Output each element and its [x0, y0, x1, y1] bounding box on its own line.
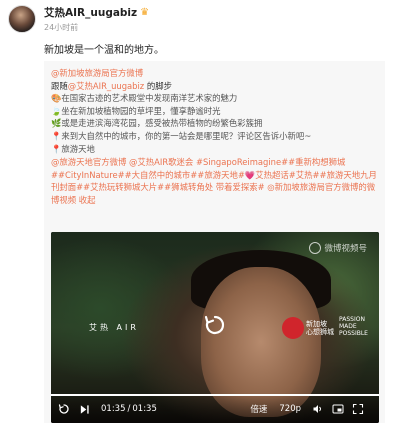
brand-pass-line2: MADE: [339, 323, 357, 330]
video-watermark: 微博视频号: [309, 242, 367, 254]
post-time: 24小时前: [44, 23, 79, 32]
time-current: 01:35: [101, 404, 126, 414]
progress-fill: [51, 394, 379, 396]
volume-icon: [313, 405, 321, 413]
volume-button[interactable]: [311, 402, 325, 416]
brand-singapore: 新加坡 心想狮城: [306, 320, 334, 336]
speed-button[interactable]: 倍速: [250, 403, 267, 415]
next-button[interactable]: [77, 402, 91, 416]
video-player[interactable]: 微博视频号 艾热 AIR 新加坡 心想狮城 PASSION MADE POSSI…: [51, 232, 379, 423]
pip-icon: [332, 404, 344, 414]
brand-pass-line1: PASSION: [339, 316, 365, 323]
fullscreen-button[interactable]: [351, 402, 365, 416]
repost-source-line: @新加坡旅游局官方微博: [51, 67, 378, 80]
fullscreen-icon: [352, 403, 364, 415]
line1-suffix: 的脚步: [144, 80, 172, 91]
author-info: 艾热AIR_uugabiz ♛ 24小时前: [44, 5, 149, 33]
crown-icon: ♛: [140, 7, 150, 18]
replay-small-button[interactable]: [57, 402, 71, 416]
brand-sg-line2: 心想狮城: [306, 328, 334, 336]
author-name-row[interactable]: 艾热AIR_uugabiz ♛: [44, 5, 149, 20]
avatar[interactable]: [8, 5, 36, 33]
replay-button[interactable]: [202, 312, 228, 338]
repost-source[interactable]: @新加坡旅游局官方微博: [51, 68, 143, 78]
next-icon: [80, 404, 89, 414]
control-row: 01:35 / 01:35 倍速 720p: [57, 402, 371, 416]
repost-line-3: 🍃坐在新加坡植物园的草坪里，懂享静谧时光: [51, 105, 221, 116]
repost-line-1: 跟随@艾热AIR_uugabiz 的脚步: [51, 80, 378, 93]
author-name[interactable]: 艾热AIR_uugabiz: [44, 5, 137, 20]
repost-tags[interactable]: @旅游天地官方微博 @艾热AIR歌迷会 #SingapoReimagine##重…: [51, 156, 378, 206]
video-controls: 01:35 / 01:35 倍速 720p: [51, 393, 379, 423]
repost-line-4: 🌿或是走进滨海湾花园，感受被热带植物的纷繁色彩簇拥: [51, 118, 263, 129]
post-header: 艾热AIR_uugabiz ♛ 24小时前: [8, 5, 149, 35]
watermark-text: 微博视频号: [324, 244, 367, 254]
time-separator: /: [127, 404, 131, 414]
post-text: 新加坡是一个温和的地方。: [44, 45, 164, 56]
repost-location[interactable]: 📍旅游天地: [51, 143, 378, 156]
line1-prefix: 跟随: [51, 80, 68, 91]
brand-artist: 艾热 AIR: [89, 323, 139, 332]
brand-passion: PASSION MADE POSSIBLE: [339, 316, 368, 337]
replay-small-icon: [58, 404, 69, 414]
repost-line-2: 🎨在国家古迹的艺术殿堂中发现南洋艺术家的魅力: [51, 93, 238, 104]
replay-icon: [204, 315, 225, 335]
mention-link[interactable]: @艾热AIR_uugabiz: [68, 81, 144, 91]
singapore-logo-icon: [282, 317, 304, 339]
weibo-video-logo-icon: [309, 242, 322, 254]
brand-sg-line1: 新加坡: [306, 320, 327, 328]
progress-bar[interactable]: [51, 394, 379, 396]
quality-button[interactable]: 720p: [279, 404, 301, 414]
brand-pass-line3: POSSIBLE: [339, 330, 368, 337]
repost-line-5: 📍来到大自然中的城市，你的第一站会是哪里呢？评论区告诉小新吧~: [51, 130, 312, 141]
pip-button[interactable]: [331, 402, 345, 416]
time-total: 01:35: [132, 404, 157, 414]
